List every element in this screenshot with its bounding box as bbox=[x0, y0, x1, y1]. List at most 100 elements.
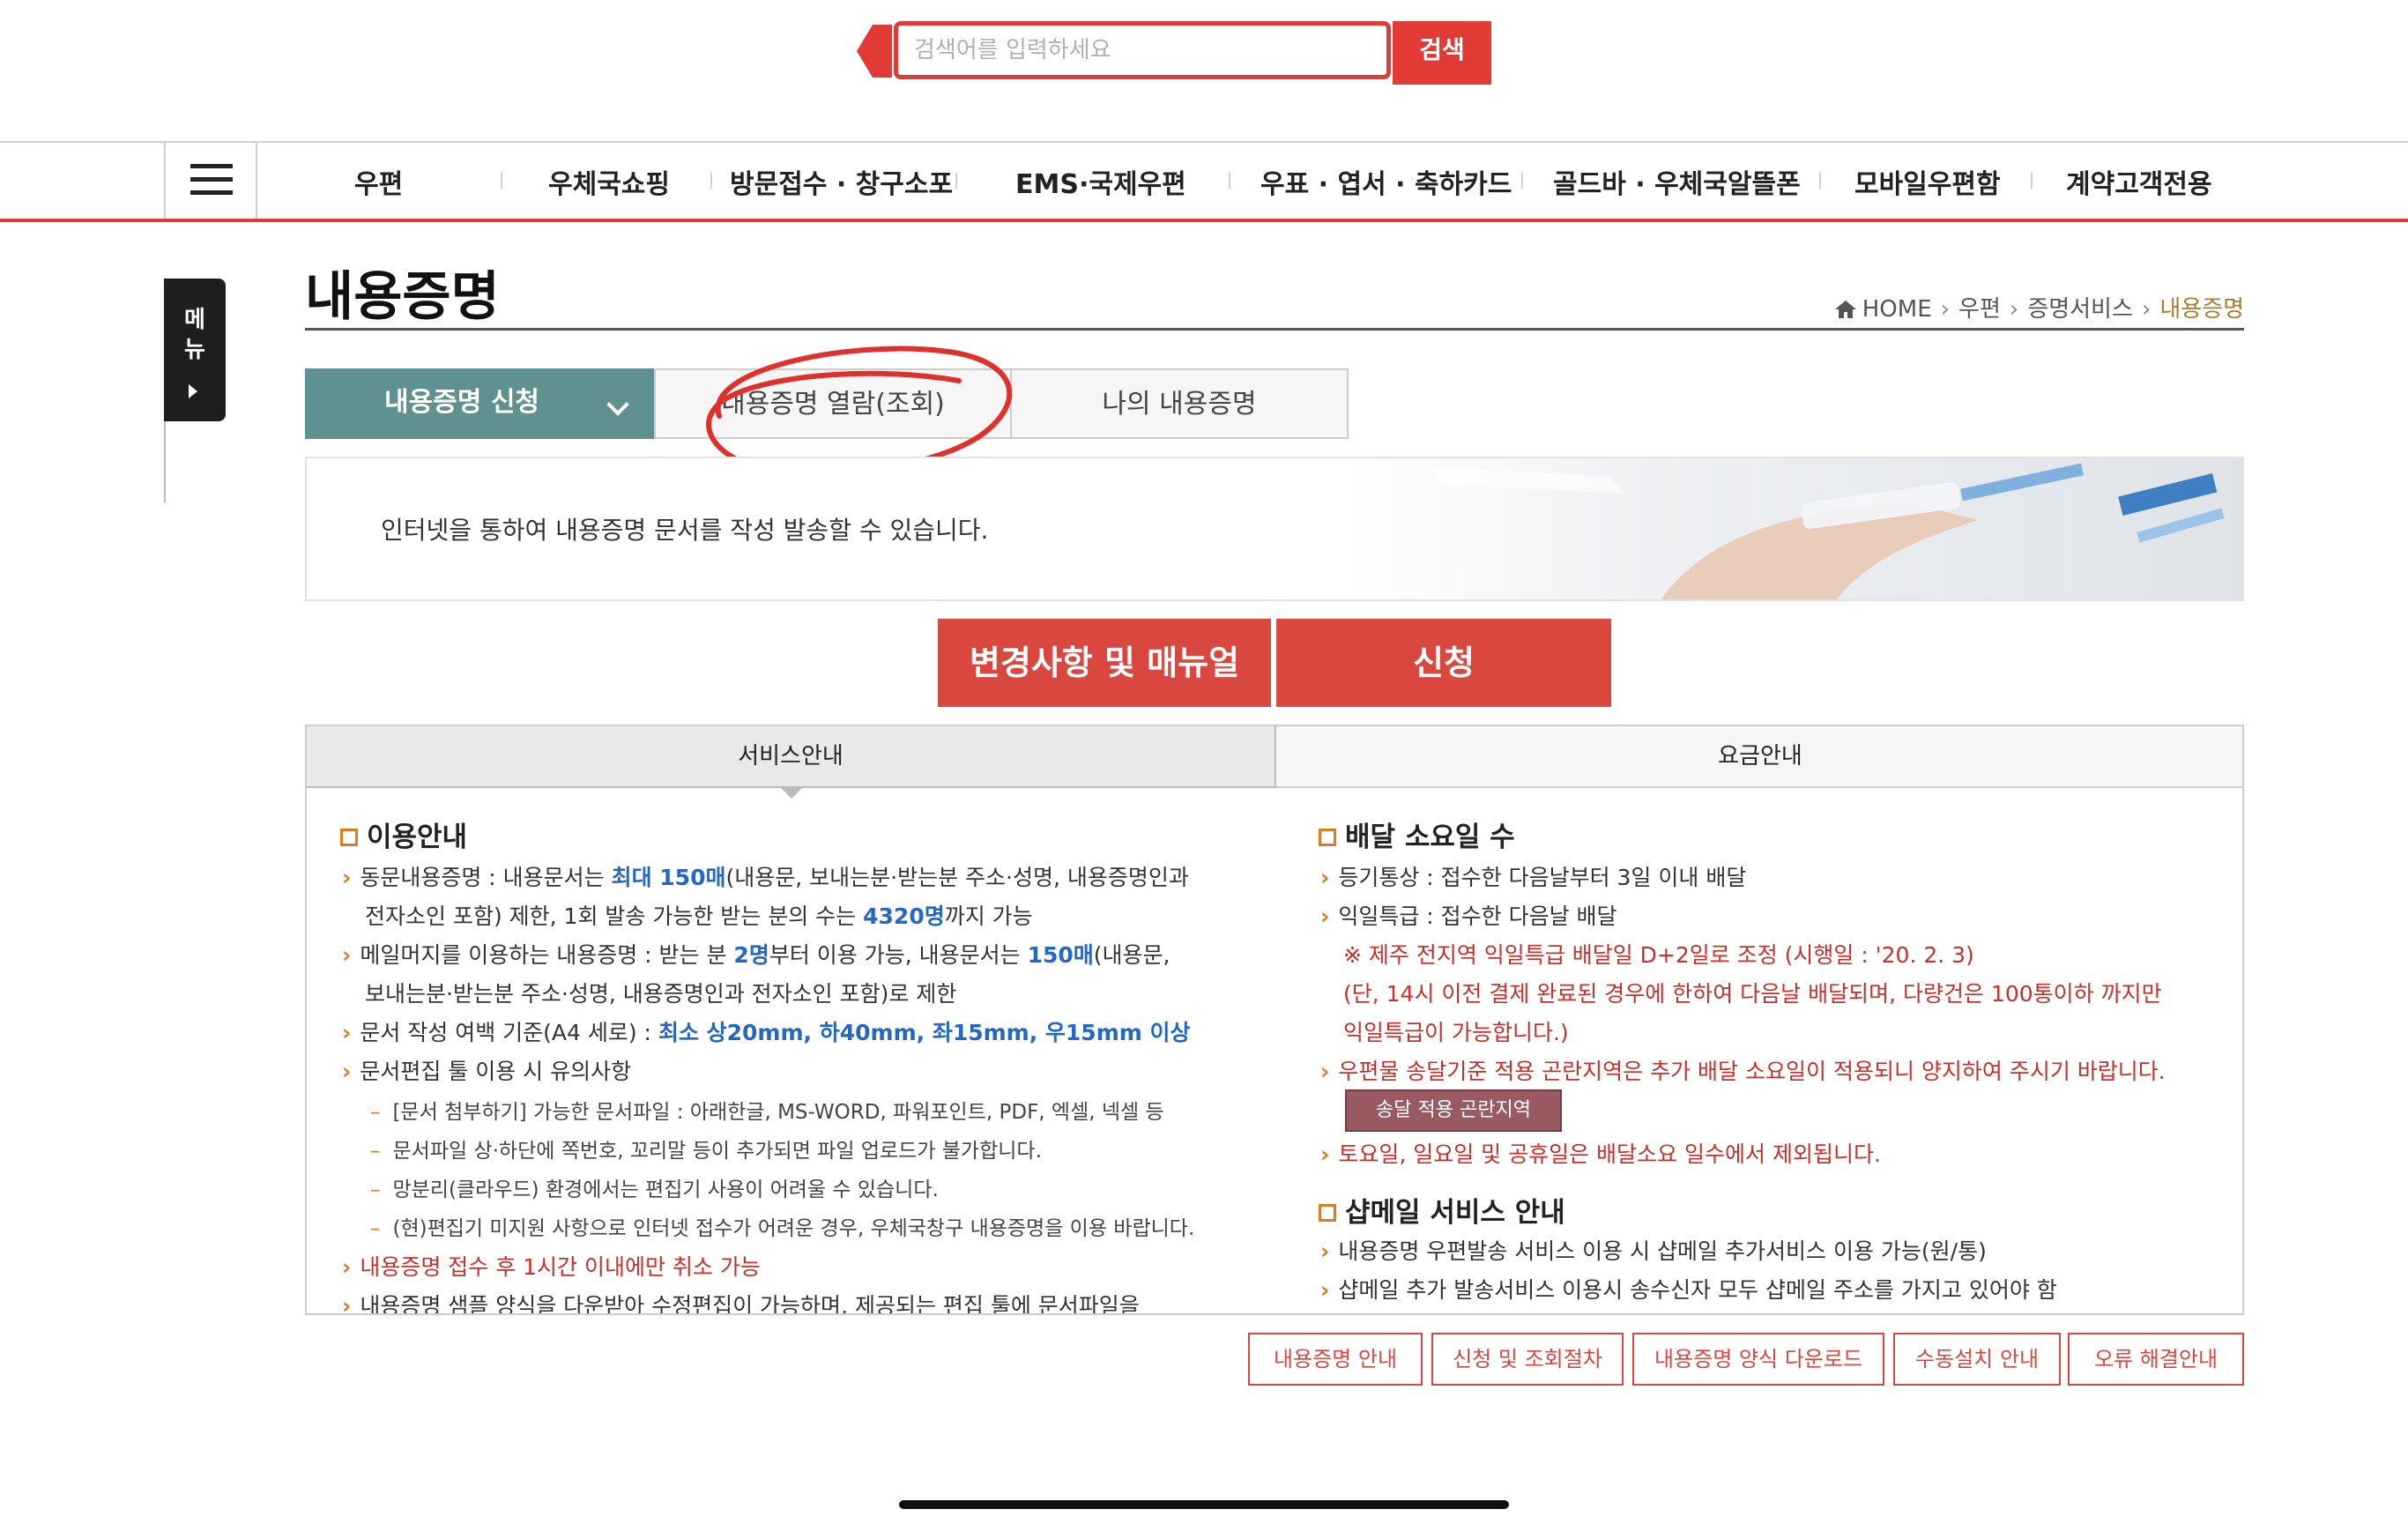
usage-section-title: 이용안내 bbox=[340, 814, 467, 854]
tab-apply[interactable]: 내용증명 신청 bbox=[305, 368, 654, 439]
tab-view-inquiry[interactable]: 내용증명 열람(조회) bbox=[654, 368, 1012, 439]
usage-detail-1: – [문서 첨부하기] 가능한 문서파일 : 아래한글, MS-WORD, 파워포… bbox=[370, 1095, 1164, 1125]
chevron-right-icon: › bbox=[2141, 296, 2152, 323]
usage-text: 문서 작성 여백 기준(A4 세로) : bbox=[360, 1020, 658, 1045]
bullet-icon: › bbox=[342, 942, 352, 968]
tab-service-info[interactable]: 서비스안내 bbox=[307, 726, 1276, 788]
difficult-zone-button[interactable]: 송달 적용 곤란지역 bbox=[1345, 1089, 1562, 1132]
usage-text: (내용문, 보내는분·받는분 주소·성명, 내용증명인과 bbox=[725, 865, 1189, 890]
bullet-icon: › bbox=[1320, 1141, 1330, 1167]
nav-item-contract-customer[interactable]: 계약고객전용 bbox=[2066, 162, 2212, 201]
usage-highlight: 최소 상20mm, 하40mm, 좌15mm, 우15mm 이상 bbox=[658, 1020, 1191, 1045]
home-indicator[interactable] bbox=[899, 1500, 1509, 1509]
usage-line-5: › 문서 작성 여백 기준(A4 세로) : 최소 상20mm, 하40mm, 좌… bbox=[342, 1015, 1191, 1047]
usage-text: 동문내용증명 : 내용문서는 bbox=[360, 865, 612, 890]
guide-button[interactable]: 내용증명 안내 bbox=[1248, 1333, 1423, 1386]
usage-highlight: 4320명 bbox=[863, 903, 945, 929]
banner-illustration bbox=[1431, 463, 2225, 599]
template-download-button[interactable]: 내용증명 양식 다운로드 bbox=[1632, 1333, 1884, 1386]
square-bullet-icon bbox=[1319, 1204, 1336, 1222]
shopmail-section-title: 샵메일 서비스 안내 bbox=[1319, 1190, 1565, 1230]
usage-line-4: 보내는분·받는분 주소·성명, 내용증명인과 전자소인 포함)로 제한 bbox=[365, 981, 957, 1007]
delivery-notice-1: ※ 제주 전지역 익일특급 배달일 D+2일로 조정 (시행일 : '20. 2… bbox=[1343, 942, 1974, 968]
delivery-text: 토요일, 일요일 및 공휴일은 배달소요 일수에서 제외됩니다. bbox=[1338, 1141, 1881, 1167]
delivery-notice-2: (단, 14시 이전 결제 완료된 경우에 한하여 다음날 배달되며, 다량건은… bbox=[1343, 981, 2162, 1007]
usage-highlight: 최대 150매 bbox=[611, 865, 726, 890]
banner-text: 인터넷을 통하여 내용증명 문서를 작성 발송할 수 있습니다. bbox=[381, 516, 989, 545]
hamburger-icon bbox=[190, 164, 233, 168]
usage-text: 내용증명 접수 후 1시간 이내에만 취소 가능 bbox=[360, 1254, 761, 1280]
usage-detail-2: – 문서파일 상·하단에 쪽번호, 꼬리말 등이 추가되면 파일 업로드가 불가합… bbox=[370, 1134, 1042, 1163]
delivery-text: 등기통상 : 접수한 다음날부터 3일 이내 배달 bbox=[1338, 865, 1747, 890]
nav-item-visit-pickup[interactable]: 방문접수 · 창구소포 bbox=[730, 162, 953, 201]
tab-my-certifications[interactable]: 나의 내용증명 bbox=[1012, 368, 1349, 439]
manual-button[interactable]: 변경사항 및 매뉴얼 bbox=[938, 619, 1271, 707]
nav-item-stamps[interactable]: 우표 · 엽서 · 축하카드 bbox=[1260, 162, 1512, 201]
nav-item-post[interactable]: 우편 bbox=[354, 162, 403, 201]
dash-icon: – bbox=[370, 1217, 381, 1240]
intro-banner: 인터넷을 통하여 내용증명 문서를 작성 발송할 수 있습니다. bbox=[305, 457, 2244, 601]
square-bullet-icon bbox=[1319, 829, 1336, 846]
side-menu-label: 메뉴 bbox=[184, 307, 205, 363]
bullet-icon: › bbox=[1320, 1059, 1330, 1084]
chevron-right-icon: › bbox=[2009, 296, 2019, 323]
shopmail-text: 샵메일 추가 발송서비스 이용시 송수신자 모두 샵메일 주소를 가지고 있어야… bbox=[1338, 1277, 2057, 1303]
nav-separator bbox=[1521, 173, 1523, 189]
procedure-button[interactable]: 신청 및 조회절차 bbox=[1431, 1333, 1624, 1386]
nav-item-mobile-mailbox[interactable]: 모바일우편함 bbox=[1854, 162, 2001, 201]
usage-highlight: 2명 bbox=[733, 942, 769, 968]
usage-line-2: 전자소인 포함) 제한, 1회 발송 가능한 받는 분의 수는 4320명까지 … bbox=[365, 899, 1033, 931]
nav-separator bbox=[2031, 173, 2033, 189]
bullet-icon: › bbox=[1320, 1238, 1330, 1264]
shopmail-line-2: › 샵메일 추가 발송서비스 이용시 송수신자 모두 샵메일 주소를 가지고 있어… bbox=[1320, 1273, 2057, 1305]
delivery-line-2: › 익일특급 : 접수한 다음날 배달 bbox=[1320, 899, 1617, 931]
nav-separator bbox=[501, 173, 502, 189]
bullet-icon: › bbox=[342, 1254, 352, 1280]
usage-text: 부터 이용 가능, 내용문서는 bbox=[769, 942, 1028, 968]
usage-text: 문서편집 툴 이용 시 유의사항 bbox=[360, 1059, 632, 1084]
nav-separator bbox=[1819, 173, 1821, 189]
delivery-line-4: › 토요일, 일요일 및 공휴일은 배달소요 일수에서 제외됩니다. bbox=[1320, 1137, 1881, 1169]
tab-view-inquiry-label: 내용증명 열람(조회) bbox=[721, 389, 945, 420]
usage-line-6: › 문서편집 툴 이용 시 유의사항 bbox=[342, 1054, 631, 1086]
nav-item-ems[interactable]: EMS·국제우편 bbox=[1015, 162, 1186, 201]
bullet-icon: › bbox=[1320, 865, 1330, 890]
search-input[interactable]: 검색어를 입력하세요 bbox=[894, 21, 1391, 79]
usage-detail-3: – 망분리(클라우드) 환경에서는 편집기 사용이 어려울 수 있습니다. bbox=[370, 1172, 939, 1202]
usage-detail-text: (현)편집기 미지원 사항으로 인터넷 접수가 어려운 경우, 우체국창구 내용… bbox=[392, 1217, 1195, 1240]
search-arrow-decoration bbox=[857, 25, 892, 78]
delivery-text: 익일특급 : 접수한 다음날 배달 bbox=[1338, 903, 1617, 929]
search-button[interactable]: 검색 bbox=[1393, 21, 1491, 85]
shopmail-title-text: 샵메일 서비스 안내 bbox=[1345, 1197, 1565, 1229]
usage-line-8: › 내용증명 샘플 양식을 다운받아 수정편집이 가능하며, 제공되는 편집 툴에… bbox=[342, 1289, 1140, 1315]
usage-text: 까지 가능 bbox=[944, 903, 1033, 929]
breadcrumb-post[interactable]: 우편 bbox=[1958, 296, 2001, 323]
usage-text: 내용증명 샘플 양식을 다운받아 수정편집이 가능하며, 제공되는 편집 툴에 … bbox=[360, 1293, 1140, 1315]
hamburger-menu-button[interactable] bbox=[164, 141, 257, 219]
usage-detail-text: 문서파일 상·하단에 쪽번호, 꼬리말 등이 추가되면 파일 업로드가 불가합니… bbox=[392, 1140, 1042, 1163]
manual-install-button[interactable]: 수동설치 안내 bbox=[1893, 1333, 2061, 1386]
shopmail-text: 내용증명 우편발송 서비스 이용 시 샵메일 추가서비스 이용 가능(원/통) bbox=[1338, 1238, 1987, 1264]
bullet-icon: › bbox=[342, 865, 352, 890]
banner-hand-chart-image bbox=[1343, 458, 2242, 599]
home-icon bbox=[1834, 301, 1856, 318]
delivery-line-1: › 등기통상 : 접수한 다음날부터 3일 이내 배달 bbox=[1320, 860, 1746, 892]
nav-item-goldbar[interactable]: 골드바 · 우체국알뜰폰 bbox=[1553, 162, 1801, 201]
nav-item-shopping[interactable]: 우체국쇼핑 bbox=[548, 162, 670, 201]
tab-apply-label: 내용증명 신청 bbox=[383, 387, 540, 418]
usage-text: 전자소인 포함) 제한, 1회 발송 가능한 받는 분의 수는 bbox=[365, 903, 864, 929]
square-bullet-icon bbox=[340, 829, 358, 846]
troubleshoot-button[interactable]: 오류 해결안내 bbox=[2068, 1333, 2244, 1386]
bullet-icon: › bbox=[342, 1293, 352, 1315]
apply-button[interactable]: 신청 bbox=[1276, 619, 1611, 707]
breadcrumb-certification[interactable]: 증명서비스 bbox=[2027, 296, 2133, 323]
tab-fee-info[interactable]: 요금안내 bbox=[1276, 726, 2242, 788]
breadcrumb-home[interactable]: HOME bbox=[1862, 296, 1932, 323]
chevron-right-icon: › bbox=[1940, 296, 1951, 323]
side-menu-tab[interactable]: 메뉴 bbox=[164, 279, 226, 421]
hamburger-icon-bar bbox=[190, 177, 233, 182]
side-menu-line bbox=[164, 421, 166, 502]
delivery-title-text: 배달 소요일 수 bbox=[1345, 821, 1515, 853]
nav-separator bbox=[1229, 173, 1230, 189]
usage-detail-text: 망분리(클라우드) 환경에서는 편집기 사용이 어려울 수 있습니다. bbox=[392, 1178, 939, 1201]
